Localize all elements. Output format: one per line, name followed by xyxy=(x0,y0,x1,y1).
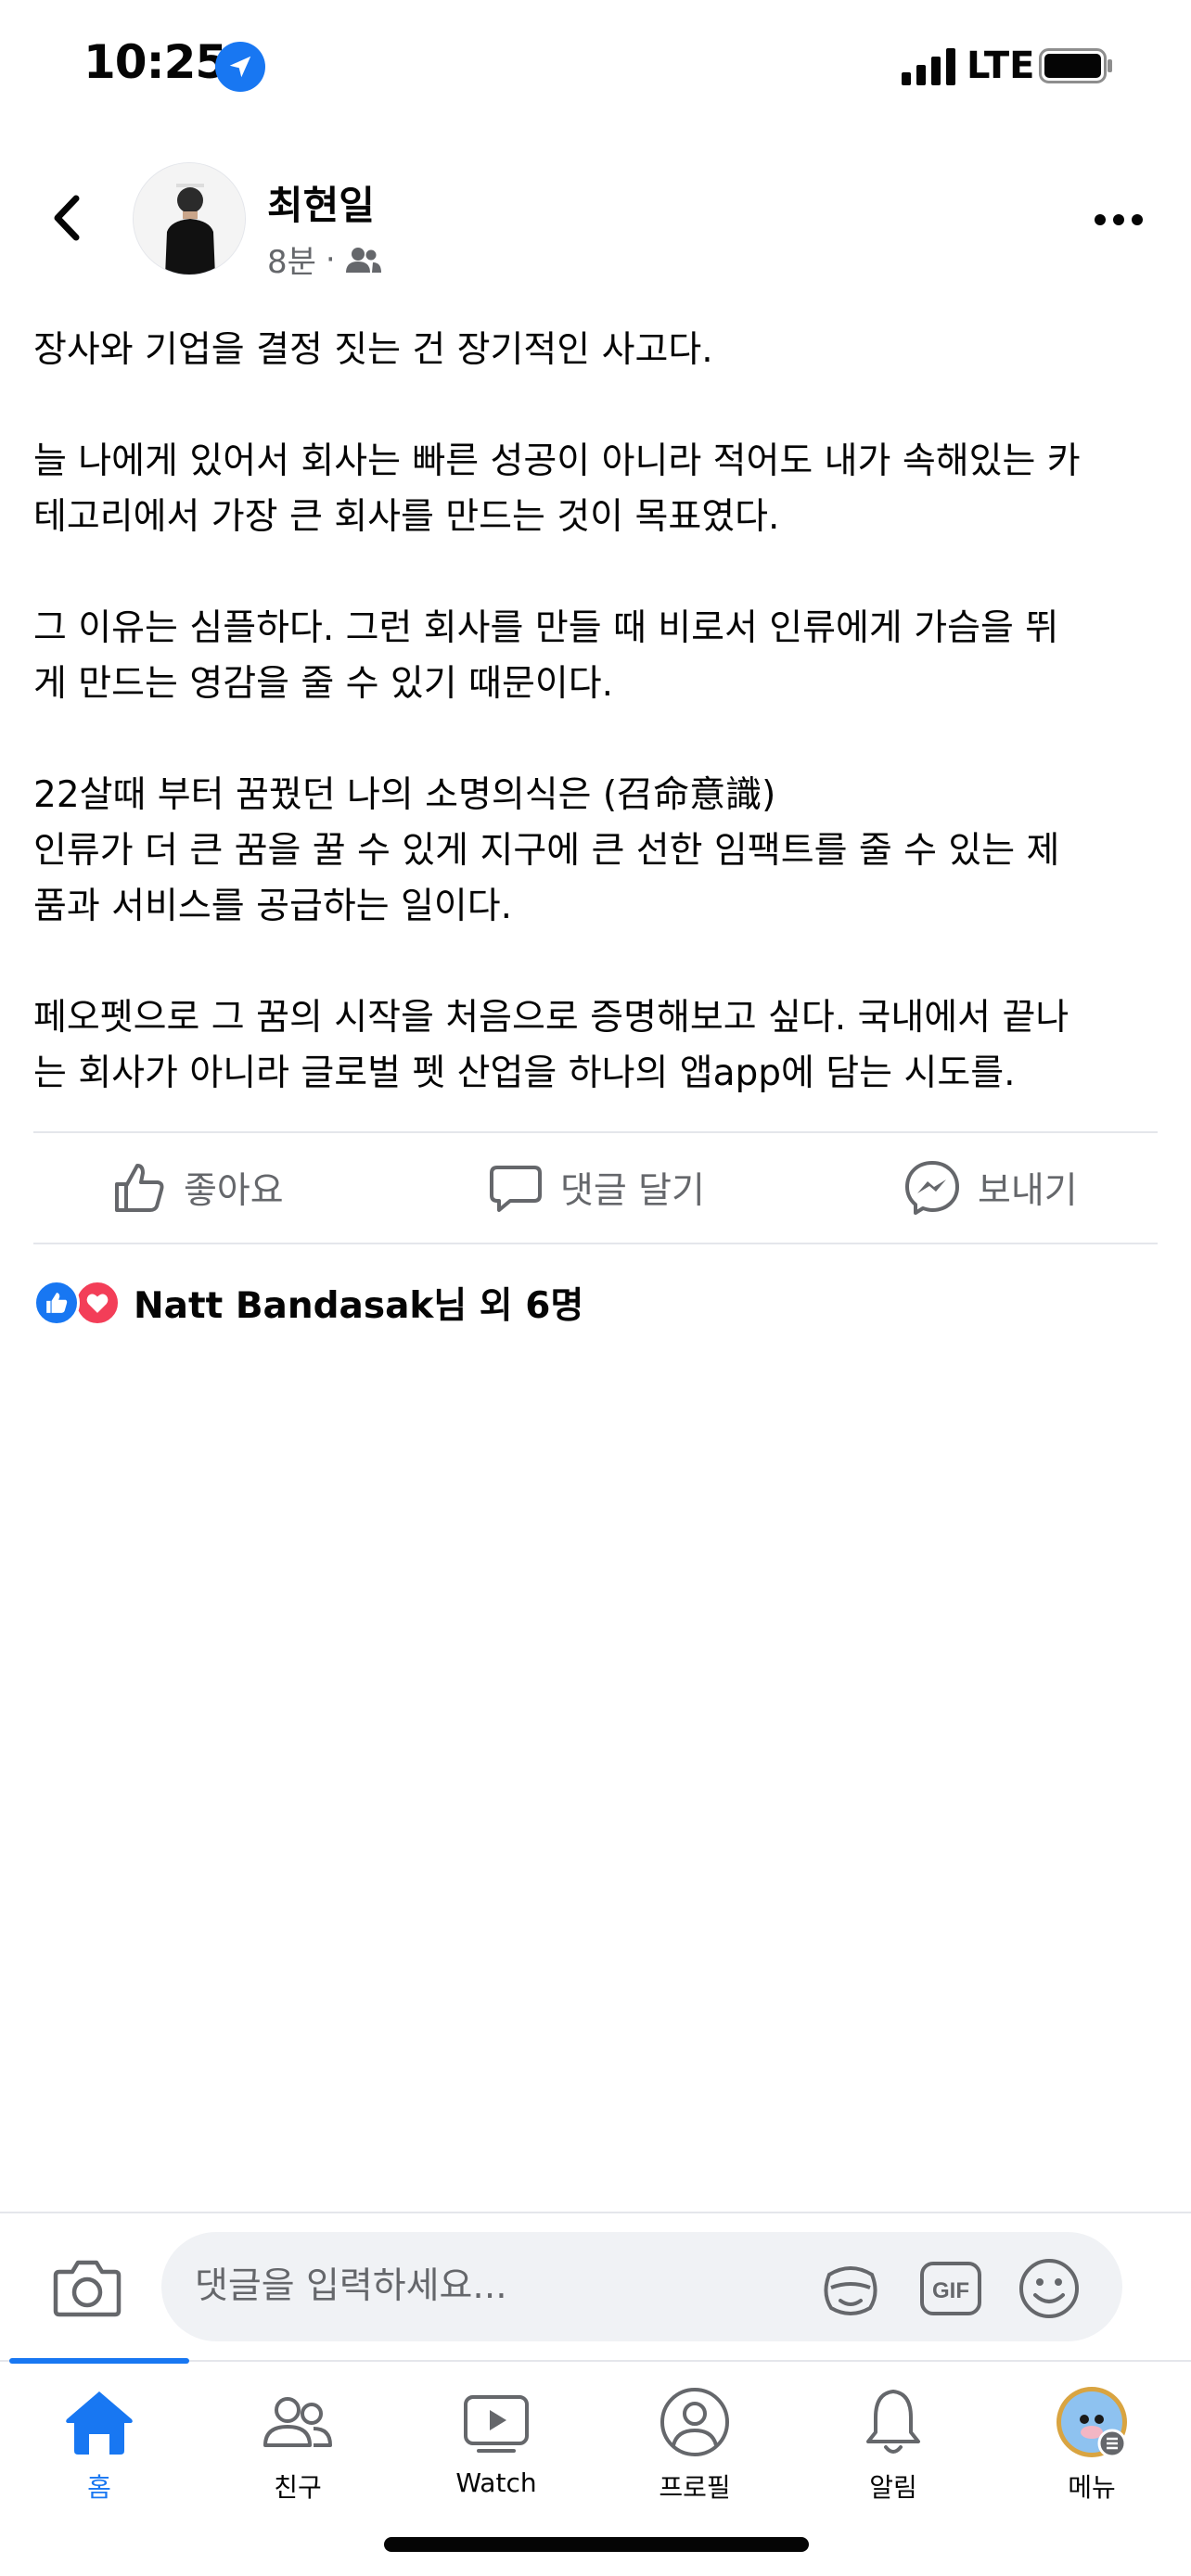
divider xyxy=(33,1243,1158,1244)
tab-label: 프로필 xyxy=(659,2472,731,2503)
post-paragraph: 페오펫으로 그 꿈의 시작을 처음으로 증명해보고 싶다. 국내에서 끝나 는 … xyxy=(33,997,1069,1094)
profile-icon xyxy=(660,2388,729,2456)
post-paragraph: 22살때 부터 꿈꿨던 나의 소명의식은 (召命意識) 인류가 더 큰 꿈을 꿀… xyxy=(33,774,1060,927)
network-type: LTE xyxy=(967,45,1035,87)
post-paragraph: 늘 나에게 있어서 회사는 빠른 성공이 아니라 적어도 내가 속해있는 카 테… xyxy=(33,440,1081,538)
reaction-summary-text: Natt Bandasak님 외 6명 xyxy=(134,1285,584,1327)
like-button[interactable]: 좋아요 xyxy=(111,1133,284,1243)
comment-input[interactable] xyxy=(195,2258,770,2314)
watch-icon xyxy=(464,2395,529,2453)
meta-separator: · xyxy=(325,240,336,278)
camera-icon[interactable] xyxy=(52,2255,122,2320)
signal-icon xyxy=(902,48,955,85)
tab-friends[interactable]: 친구 xyxy=(198,2384,397,2523)
post-paragraph: 장사와 기업을 결정 짓는 건 장기적인 사고다. xyxy=(33,329,713,371)
post-meta: 8분 · xyxy=(267,236,382,282)
post-author[interactable]: 최현일 xyxy=(267,174,375,231)
comment-input-container: GIF xyxy=(161,2232,1122,2341)
tab-profile[interactable]: 프로필 xyxy=(596,2384,794,2523)
reaction-summary[interactable]: Natt Bandasak님 외 6명 xyxy=(33,1278,583,1328)
love-reaction-icon xyxy=(74,1280,121,1326)
avatar-sticker-icon[interactable] xyxy=(818,2256,883,2321)
home-indicator[interactable] xyxy=(384,2537,809,2552)
tab-notifications[interactable]: 알림 xyxy=(794,2384,992,2523)
more-options-button[interactable] xyxy=(1095,206,1150,234)
tab-watch[interactable]: Watch xyxy=(397,2384,596,2523)
tab-label: 알림 xyxy=(869,2472,917,2503)
post-actions: 좋아요 댓글 달기 보내기 xyxy=(33,1133,1158,1243)
avatar[interactable] xyxy=(133,162,246,275)
send-label: 보내기 xyxy=(978,1170,1078,1212)
tab-menu[interactable]: 메뉴 xyxy=(992,2384,1191,2523)
emoji-icon[interactable] xyxy=(1017,2256,1082,2321)
menu-avatar-icon xyxy=(1057,2387,1127,2458)
home-icon xyxy=(66,2391,133,2455)
status-time: 10:25 xyxy=(83,35,227,89)
tab-label: 홈 xyxy=(87,2472,111,2503)
back-button[interactable] xyxy=(43,185,89,250)
tab-home[interactable]: 홈 xyxy=(0,2384,198,2523)
send-button[interactable]: 보내기 xyxy=(903,1133,1078,1243)
gif-icon[interactable]: GIF xyxy=(918,2256,983,2321)
comment-button[interactable]: 댓글 달기 xyxy=(488,1133,705,1243)
tab-label: Watch xyxy=(455,2468,537,2498)
friends-icon xyxy=(345,247,381,273)
location-arrow-icon xyxy=(215,42,265,92)
bell-icon xyxy=(866,2390,920,2454)
messenger-icon xyxy=(905,1161,959,1215)
battery-icon xyxy=(1039,48,1112,83)
tab-label: 친구 xyxy=(274,2472,322,2503)
like-reaction-icon xyxy=(33,1280,80,1326)
status-bar: 10:25 LTE xyxy=(0,0,1191,130)
post-paragraph: 그 이유는 심플하다. 그런 회사를 만들 때 비로서 인류에게 가슴을 뛰 게… xyxy=(33,607,1059,705)
like-label: 좋아요 xyxy=(184,1170,284,1212)
comment-bar: GIF xyxy=(0,2212,1191,2360)
post-time: 8분 xyxy=(267,244,316,281)
friends-icon xyxy=(263,2397,332,2447)
comment-label: 댓글 달기 xyxy=(560,1170,705,1212)
svg-text:GIF: GIF xyxy=(932,2278,969,2303)
post-body: 장사와 기업을 결정 짓는 건 장기적인 사고다. 늘 나에게 있어서 회사는 … xyxy=(33,323,1165,1102)
active-tab-indicator xyxy=(9,2358,189,2364)
tab-label: 메뉴 xyxy=(1068,2472,1116,2503)
like-icon xyxy=(115,1164,164,1212)
comment-icon xyxy=(490,1166,542,1212)
